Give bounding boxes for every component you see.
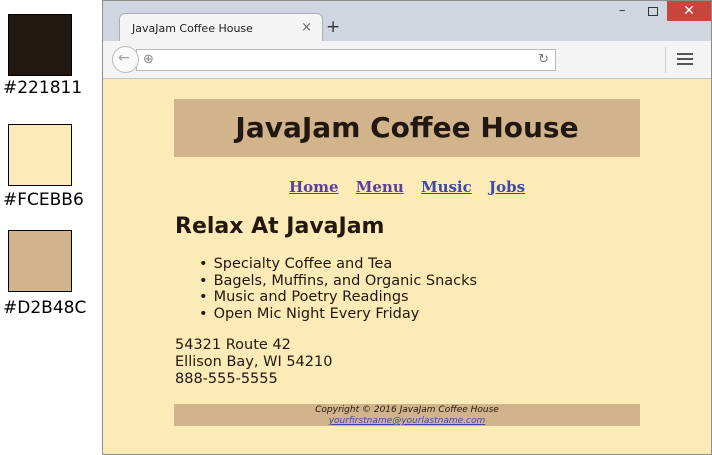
swatch-box-tan [8,230,72,292]
browser-window: JavaJam Coffee House × + – ✕ ⊕ ↻ ← JavaJ… [102,0,712,455]
page-content: JavaJam Coffee House Home Menu Music Job… [103,80,711,454]
tab-close-icon[interactable]: × [301,20,312,35]
site-header: JavaJam Coffee House [174,99,640,157]
address-bar[interactable]: ⊕ ↻ [136,49,556,71]
address-block: 54321 Route 42 Ellison Bay, WI 54210 888… [175,337,332,388]
nav-link-home[interactable]: Home [289,178,339,196]
reload-icon[interactable]: ↻ [538,52,549,67]
maximize-icon[interactable] [648,7,658,16]
nav-link-menu[interactable]: Menu [356,178,404,196]
list-item: Open Mic Night Every Friday [199,306,477,323]
swatch-box-dark [8,14,72,76]
swatch-label-cream: #FCEBB6 [3,190,84,210]
nav-toolbar: ⊕ ↻ ← [103,41,711,79]
site-footer: Copyright © 2016 JavaJam Coffee House yo… [174,404,640,426]
swatch-box-cream [8,124,72,186]
site-title: JavaJam Coffee House [235,111,579,144]
swatch-label-tan: #D2B48C [3,298,87,318]
nav-link-jobs[interactable]: Jobs [489,178,525,196]
address-city: Ellison Bay, WI 54210 [175,354,333,370]
section-heading: Relax At JavaJam [175,214,385,239]
globe-icon: ⊕ [143,52,154,67]
list-item: Bagels, Muffins, and Organic Snacks [199,273,478,290]
back-arrow-icon: ← [118,50,130,66]
copyright-text: Copyright © 2016 JavaJam Coffee House [315,405,499,415]
new-tab-icon[interactable]: + [326,17,340,37]
feature-list: Specialty Coffee and Tea Bagels, Muffins… [199,256,478,323]
address-street: 54321 Route 42 [175,337,291,353]
swatch-label-dark: #221811 [3,78,83,98]
back-button[interactable]: ← [112,46,139,73]
site-nav: Home Menu Music Jobs [174,178,640,196]
hamburger-menu-icon[interactable] [677,53,693,68]
list-item: Specialty Coffee and Tea [199,256,477,273]
title-bar: JavaJam Coffee House × + – ✕ [103,1,711,43]
browser-tab[interactable]: JavaJam Coffee House × [119,13,323,43]
email-link[interactable]: yourfirstname@yourlastname.com [174,416,640,426]
address-phone: 888-555-5555 [175,371,278,387]
tab-title: JavaJam Coffee House [132,22,253,35]
close-window-icon[interactable]: ✕ [667,1,711,21]
nav-link-music[interactable]: Music [421,178,472,196]
toolbar-divider [665,47,666,73]
list-item: Music and Poetry Readings [199,289,477,306]
minimize-icon[interactable]: – [619,3,626,18]
